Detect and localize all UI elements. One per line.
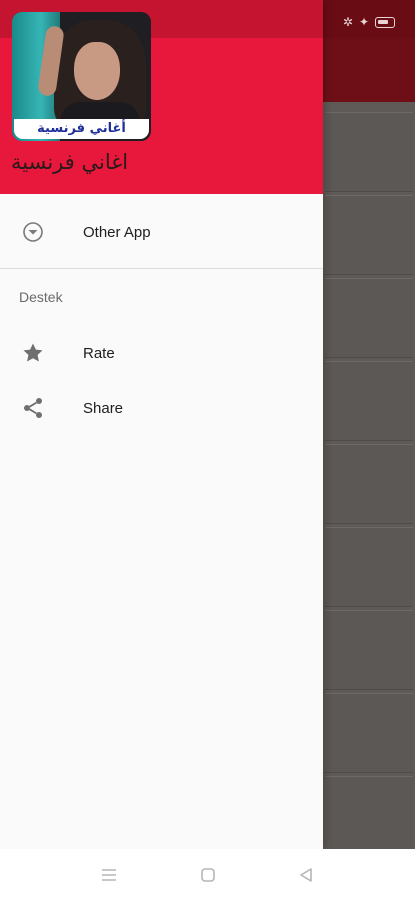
menu-item-rate[interactable]: Rate: [0, 328, 323, 378]
menu-item-share[interactable]: Share: [0, 383, 323, 433]
list-item[interactable]: [325, 195, 413, 275]
avatar-face: [74, 42, 120, 100]
drawer-header: أغاني فرنسية اغاني فرنسية: [0, 0, 323, 194]
app-title: اغاني فرنسية: [11, 150, 129, 174]
wifi-icon: ✦: [358, 15, 369, 29]
back-triangle-icon[interactable]: [296, 865, 316, 885]
battery-icon: [375, 16, 395, 28]
home-square-icon[interactable]: [198, 865, 218, 885]
list-item[interactable]: [325, 693, 413, 773]
avatar-caption: أغاني فرنسية: [14, 119, 149, 139]
share-icon: [20, 395, 46, 421]
list-item[interactable]: [325, 527, 413, 607]
menu-item-label: Other App: [83, 223, 151, 241]
menu-item-label: Share: [83, 399, 124, 417]
section-header-destek: Destek: [19, 289, 63, 305]
status-icons: ✲ ✦: [343, 16, 395, 28]
chevron-circle-down-icon: [20, 219, 46, 245]
list-item[interactable]: [325, 776, 413, 856]
signal-icon: ✲: [342, 15, 353, 29]
list-item[interactable]: [325, 278, 413, 358]
app-avatar-image: أغاني فرنسية: [12, 12, 151, 141]
menu-icon[interactable]: [99, 865, 119, 885]
menu-item-label: Rate: [83, 344, 115, 362]
system-navigation-bar: [0, 849, 415, 900]
divider: [0, 268, 323, 269]
star-icon: [20, 340, 46, 366]
list-item[interactable]: [325, 112, 413, 192]
list-item[interactable]: [325, 610, 413, 690]
list-item[interactable]: [325, 444, 413, 524]
navigation-drawer: أغاني فرنسية اغاني فرنسية Other App Dest…: [0, 0, 323, 849]
list-item[interactable]: [325, 361, 413, 441]
background-list[interactable]: [323, 112, 415, 856]
menu-item-other-app[interactable]: Other App: [0, 207, 323, 257]
